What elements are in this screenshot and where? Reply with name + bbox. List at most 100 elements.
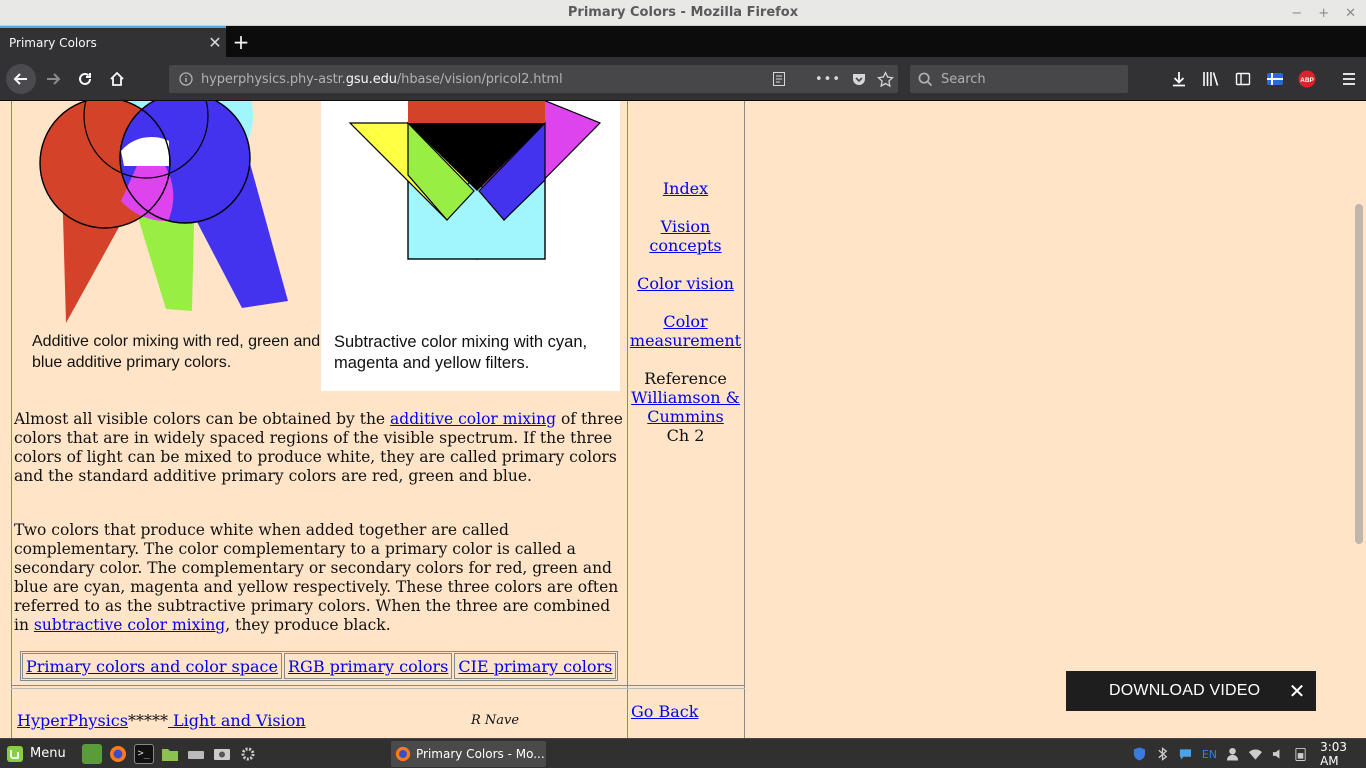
- downloads-button[interactable]: [1166, 64, 1192, 94]
- wifi-icon[interactable]: [1248, 747, 1263, 761]
- extension-button[interactable]: [1262, 64, 1288, 94]
- sidebar-item-color-measurement[interactable]: Color measurement: [630, 312, 741, 350]
- keyboard-layout[interactable]: EN: [1202, 748, 1217, 761]
- shield-icon[interactable]: [1132, 746, 1147, 762]
- new-tab-button[interactable]: +: [230, 26, 252, 57]
- forward-button[interactable]: [38, 64, 68, 94]
- show-desktop-icon[interactable]: [81, 743, 102, 764]
- screenshot-launcher-icon[interactable]: [212, 744, 232, 764]
- rgb-primary-colors-link[interactable]: RGB primary colors: [288, 657, 448, 676]
- tab-primary-colors[interactable]: Primary Colors ✕: [0, 26, 226, 57]
- related-links-table: Primary colors and color space RGB prima…: [20, 651, 619, 681]
- url-text[interactable]: hyperphysics.phy-astr.gsu.edu/hbase/visi…: [201, 72, 563, 87]
- abp-text: ABP: [1300, 77, 1314, 84]
- search-icon: [918, 72, 933, 86]
- primary-colors-color-space-link[interactable]: Primary colors and color space: [26, 657, 278, 676]
- search-bar[interactable]: [910, 65, 1128, 93]
- library-icon: [1203, 72, 1219, 86]
- reload-icon: [79, 72, 91, 85]
- window-controls: − + ✕: [1291, 0, 1356, 26]
- footer-stars: *****: [127, 711, 168, 730]
- bookmark-star-icon[interactable]: [877, 70, 894, 88]
- open-menu-button[interactable]: [1336, 64, 1362, 94]
- flag-extension-icon: [1267, 73, 1283, 85]
- toolbar-right: ABP: [1166, 64, 1362, 94]
- window-titlebar: Primary Colors - Mozilla Firefox − + ✕: [0, 0, 1366, 26]
- system-tray: EN 3:03 AM: [1132, 739, 1366, 768]
- sidebar-item-color-vision[interactable]: Color vision: [637, 274, 734, 293]
- close-icon[interactable]: ✕: [1286, 680, 1308, 702]
- mint-logo-icon: [7, 745, 23, 762]
- navigation-toolbar: hyperphysics.phy-astr.gsu.edu/hbase/visi…: [0, 57, 1366, 101]
- additive-color-mixing-figure: [39, 101, 288, 323]
- subtractive-color-mixing-link[interactable]: subtractive color mixing: [34, 616, 225, 634]
- menu-label: Menu: [30, 746, 66, 761]
- vertical-scrollbar-thumb[interactable]: [1355, 204, 1363, 544]
- download-icon: [1173, 72, 1185, 87]
- url-actions: •••: [771, 65, 894, 93]
- home-button[interactable]: [102, 64, 132, 94]
- taskbar-window-label: Primary Colors - Mo...: [416, 747, 545, 761]
- sidebar-navigation: Index Vision concepts Color vision Color…: [629, 179, 742, 445]
- firefox-launcher-icon[interactable]: [108, 744, 128, 764]
- close-window-button[interactable]: ✕: [1345, 6, 1356, 21]
- adblock-plus-button[interactable]: ABP: [1294, 64, 1320, 94]
- reference-label: Reference: [644, 369, 727, 388]
- maximize-button[interactable]: +: [1318, 6, 1329, 21]
- related-link-cell: CIE primary colors: [454, 653, 617, 679]
- reference-block: Reference Williamson & Cummins Ch 2: [629, 369, 742, 445]
- bluetooth-icon[interactable]: [1156, 746, 1169, 762]
- battery-icon[interactable]: [1294, 746, 1307, 762]
- page-content: Additive color mixing with red, green an…: [0, 101, 1366, 738]
- settings-launcher-icon[interactable]: [238, 744, 258, 764]
- p1-text-start: Almost all visible colors can be obtaine…: [14, 410, 391, 428]
- back-arrow-icon: [13, 73, 27, 85]
- author-credit: R Nave: [471, 713, 520, 728]
- reader-view-icon[interactable]: [771, 71, 787, 87]
- tab-label: Primary Colors: [9, 35, 97, 50]
- subtractive-color-mixing-figure: [348, 101, 602, 261]
- sidebar-icon: [1235, 72, 1251, 86]
- firefox-icon: [395, 746, 411, 762]
- column-divider: [627, 101, 628, 738]
- terminal-launcher-icon[interactable]: >_: [133, 743, 154, 764]
- start-menu-button[interactable]: Menu: [6, 745, 66, 763]
- page-actions-icon[interactable]: •••: [815, 72, 841, 87]
- volume-icon[interactable]: [1272, 747, 1285, 761]
- user-icon[interactable]: [1226, 746, 1239, 762]
- footer-divider: [11, 685, 745, 686]
- library-button[interactable]: [1198, 64, 1224, 94]
- reference-chapter: Ch 2: [666, 426, 705, 445]
- url-domain: gsu.edu: [345, 71, 397, 87]
- tab-close-icon[interactable]: ✕: [204, 33, 226, 52]
- additive-color-mixing-link[interactable]: additive color mixing: [390, 410, 556, 428]
- forward-arrow-icon: [47, 73, 61, 85]
- search-input[interactable]: [941, 71, 1121, 87]
- chat-icon[interactable]: [1178, 746, 1193, 762]
- williamson-cummins-link[interactable]: Williamson & Cummins: [631, 388, 740, 426]
- files-launcher-icon[interactable]: [160, 744, 180, 764]
- sidebar-item-index[interactable]: Index: [663, 179, 708, 198]
- p2-text-end: , they produce black.: [225, 616, 391, 634]
- sidebar-item-vision-concepts[interactable]: Vision concepts: [649, 217, 721, 255]
- download-video-button[interactable]: DOWNLOAD VIDEO ✕: [1066, 671, 1316, 711]
- additive-caption: Additive color mixing with red, green an…: [32, 333, 321, 371]
- go-back-link[interactable]: Go Back: [631, 702, 698, 721]
- url-bar[interactable]: hyperphysics.phy-astr.gsu.edu/hbase/visi…: [169, 65, 898, 93]
- minimize-button[interactable]: −: [1291, 6, 1302, 21]
- cie-primary-colors-link[interactable]: CIE primary colors: [458, 657, 612, 676]
- tab-strip: Primary Colors ✕ +: [0, 26, 1366, 57]
- back-button[interactable]: [6, 64, 36, 94]
- light-and-vision-link[interactable]: Light and Vision: [168, 711, 306, 730]
- taskbar-window-firefox[interactable]: Primary Colors - Mo...: [391, 741, 546, 767]
- drive-launcher-icon[interactable]: [186, 744, 206, 764]
- info-icon[interactable]: [179, 72, 193, 86]
- footer-nav: HyperPhysics***** Light and Vision: [17, 711, 306, 730]
- sidebar-toggle-button[interactable]: [1230, 64, 1256, 94]
- reload-button[interactable]: [70, 64, 100, 94]
- pocket-icon[interactable]: [851, 71, 867, 87]
- hyperphysics-link[interactable]: HyperPhysics: [17, 711, 128, 730]
- clock[interactable]: 3:03 AM: [1320, 740, 1366, 768]
- url-path: /hbase/vision/pricol2.html: [396, 71, 563, 87]
- window-title: Primary Colors - Mozilla Firefox: [567, 5, 799, 20]
